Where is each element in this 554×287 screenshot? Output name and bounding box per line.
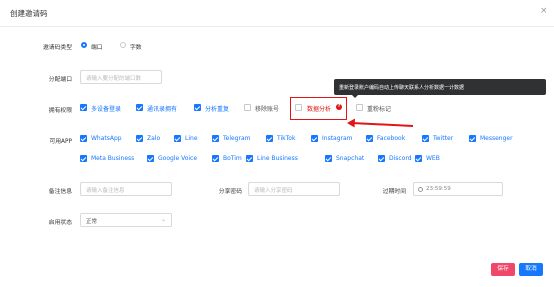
- app-meta-business-checkbox[interactable]: [80, 155, 87, 162]
- permissions-label: 拥有权限: [48, 108, 72, 114]
- app-facebook-label[interactable]: Facebook: [377, 135, 405, 142]
- app-tiktok-checkbox[interactable]: [266, 135, 273, 142]
- app-instagram-label[interactable]: Instagram: [322, 135, 353, 142]
- expire-label: 过期时间: [382, 189, 406, 195]
- app-telegram-label[interactable]: Telegram: [223, 135, 251, 142]
- app-whatsapp-label[interactable]: WhatsApp: [91, 135, 122, 142]
- app-snapchat-label[interactable]: Snapchat: [336, 155, 364, 162]
- app-discord-label[interactable]: Discord: [389, 155, 412, 162]
- radio-port[interactable]: [81, 42, 87, 48]
- cancel-button[interactable]: 取消: [519, 263, 543, 276]
- save-button[interactable]: 保存: [491, 263, 515, 276]
- expire-input[interactable]: 23:59:59: [413, 182, 503, 196]
- app-whatsapp-checkbox[interactable]: [80, 135, 87, 142]
- app-facebook-checkbox[interactable]: [366, 135, 373, 142]
- perm-remove-label[interactable]: 移除账号: [255, 104, 279, 113]
- app-zalo-checkbox[interactable]: [136, 135, 143, 142]
- perm-fan-mark-checkbox[interactable]: [356, 104, 363, 111]
- apps-label: 可用APP: [49, 139, 72, 145]
- app-messenger-label[interactable]: Messenger: [480, 135, 513, 142]
- highlight-arrow: [347, 118, 414, 128]
- chevron-down-icon: ⌄: [160, 216, 166, 223]
- app-twitter-checkbox[interactable]: [422, 135, 429, 142]
- share-code-input[interactable]: 请输入分享密码: [248, 182, 340, 196]
- perm-dup-label[interactable]: 分析重复: [205, 104, 229, 113]
- share-code-label: 分享密码: [218, 189, 242, 195]
- app-snapchat-checkbox[interactable]: [325, 155, 332, 162]
- remark-label: 备注信息: [48, 189, 72, 195]
- radio-port-label[interactable]: 端口: [91, 42, 103, 51]
- status-select[interactable]: 正常 ⌄: [80, 213, 172, 227]
- radio-chars[interactable]: [120, 42, 126, 48]
- app-google-voice-label[interactable]: Google Voice: [158, 155, 197, 162]
- expire-value: 23:59:59: [426, 186, 451, 192]
- tooltip-arrow: [352, 95, 358, 98]
- clock-icon: [418, 186, 423, 192]
- app-botim-checkbox[interactable]: [212, 155, 219, 162]
- app-google-voice-checkbox[interactable]: [147, 155, 154, 162]
- perm-fan-mark-label[interactable]: 重粉标记: [367, 104, 391, 113]
- app-twitter-label[interactable]: Twitter: [433, 135, 453, 142]
- app-tiktok-label[interactable]: TikTok: [277, 135, 295, 142]
- app-web-checkbox[interactable]: [415, 155, 422, 162]
- radio-chars-label[interactable]: 字数: [130, 42, 142, 51]
- ports-label: 分配端口: [48, 77, 72, 83]
- perm-remove-checkbox[interactable]: [244, 104, 251, 111]
- app-telegram-checkbox[interactable]: [212, 135, 219, 142]
- status-value: 正常: [86, 219, 98, 225]
- perm-contacts-label[interactable]: 通讯录拥有: [147, 104, 177, 113]
- app-discord-checkbox[interactable]: [378, 155, 385, 162]
- close-icon[interactable]: ×: [540, 6, 548, 16]
- app-web-label[interactable]: WEB: [426, 155, 440, 162]
- app-line-label[interactable]: Line: [185, 135, 198, 142]
- perm-multi-device-checkbox[interactable]: [80, 104, 87, 111]
- app-line-business-label[interactable]: Line Business: [257, 155, 298, 162]
- app-instagram-checkbox[interactable]: [311, 135, 318, 142]
- perm-contacts-checkbox[interactable]: [136, 104, 143, 111]
- ports-input[interactable]: 请输入要分配的端口数: [80, 70, 162, 84]
- perm-multi-device-label[interactable]: 多设备登录: [91, 104, 121, 113]
- app-messenger-checkbox[interactable]: [469, 135, 476, 142]
- app-botim-label[interactable]: BoTim: [223, 155, 242, 162]
- highlight-box: [290, 97, 347, 120]
- app-zalo-label[interactable]: Zalo: [147, 135, 160, 142]
- tooltip: 重新登录账户编码自动上传聊天联系人分析数据一计数据: [334, 79, 546, 95]
- app-meta-business-label[interactable]: Meta Business: [91, 155, 134, 162]
- app-line-checkbox[interactable]: [174, 135, 181, 142]
- app-line-business-checkbox[interactable]: [246, 155, 253, 162]
- invite-type-label: 邀请码类型: [43, 45, 72, 51]
- remark-input[interactable]: 请输入备注信息: [80, 182, 172, 196]
- dialog-title: 创建邀请码: [10, 9, 48, 18]
- status-label: 启用状态: [48, 220, 72, 226]
- header-divider: [0, 26, 554, 27]
- perm-dup-checkbox[interactable]: [194, 104, 201, 111]
